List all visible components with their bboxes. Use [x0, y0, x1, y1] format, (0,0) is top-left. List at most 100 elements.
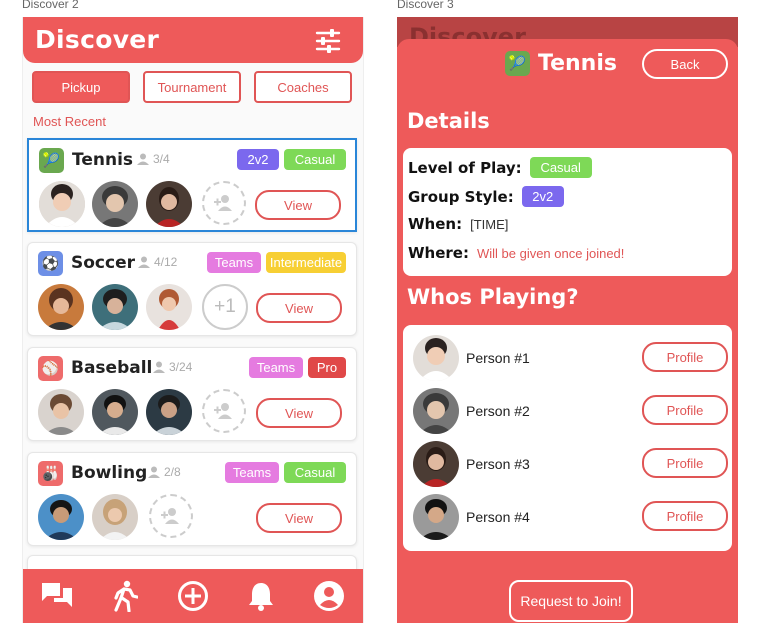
bowling-icon: 🎳	[38, 461, 63, 486]
count-text: 3/4	[153, 152, 170, 166]
avatar[interactable]	[38, 284, 84, 330]
avatar[interactable]	[146, 389, 192, 435]
view-button[interactable]: View	[255, 190, 341, 220]
player-row: Person #1 Profile	[413, 335, 728, 383]
discover-screen: Discover Pickup Tournament Coaches Most …	[22, 17, 364, 623]
when-value: [TIME]	[470, 216, 509, 232]
tab-coaches[interactable]: Coaches	[254, 71, 352, 103]
player-count: 2/8	[148, 465, 181, 479]
count-text: 4/12	[154, 255, 178, 269]
person-add-icon	[214, 195, 232, 211]
badge-level: Casual	[284, 149, 346, 170]
avatar[interactable]	[413, 388, 459, 434]
tune-icon[interactable]	[315, 29, 341, 53]
card-soccer[interactable]: ⚽ Soccer 4/12 Teams Intermediate +1 View	[27, 242, 357, 336]
detail-screen: Discover 🎾 Tennis Back Details Level of …	[397, 17, 738, 623]
bottom-nav	[23, 569, 363, 623]
detail-sheet: 🎾 Tennis Back Details Level of Play: Cas…	[397, 39, 738, 623]
badge-level: Casual	[284, 462, 346, 483]
avatar[interactable]	[39, 181, 85, 227]
badge-format: 2v2	[237, 149, 279, 170]
bell-icon[interactable]	[244, 579, 278, 613]
back-button[interactable]: Back	[642, 49, 728, 79]
avatar[interactable]	[146, 181, 192, 227]
details-card: Level of Play: Casual Group Style: 2v2 W…	[403, 148, 732, 276]
count-text: 2/8	[164, 465, 181, 479]
avatar[interactable]	[146, 284, 192, 330]
avatar[interactable]	[38, 494, 84, 540]
card-bowling[interactable]: 🎳 Bowling 2/8 Teams Casual View	[27, 452, 357, 546]
players-card: Person #1 Profile Person #2 Profile Pers…	[403, 325, 732, 551]
view-button[interactable]: View	[256, 398, 342, 428]
badge-level: Pro	[308, 357, 346, 378]
badge-level: Intermediate	[266, 252, 346, 273]
count-text: 3/24	[169, 360, 193, 374]
avatar[interactable]	[38, 389, 84, 435]
view-button[interactable]: View	[256, 293, 342, 323]
detail-title-row: 🎾 Tennis	[505, 51, 617, 76]
account-icon[interactable]	[312, 579, 346, 613]
player-name: Person #3	[466, 456, 530, 472]
avatar[interactable]	[92, 284, 138, 330]
style-row: Group Style: 2v2	[408, 186, 564, 207]
profile-button[interactable]: Profile	[642, 448, 728, 478]
player-name: Person #1	[466, 350, 530, 366]
badge-level: Casual	[529, 157, 592, 178]
add-player-slot[interactable]	[202, 389, 246, 433]
card-baseball[interactable]: ⚾ Baseball 3/24 Teams Pro View	[27, 347, 357, 441]
player-count: 3/4	[137, 152, 170, 166]
profile-button[interactable]: Profile	[642, 501, 728, 531]
avatar[interactable]	[92, 494, 138, 540]
sport-name: Tennis	[72, 150, 134, 170]
badge-format: Teams	[225, 462, 279, 483]
avatar[interactable]	[92, 181, 138, 227]
add-circle-icon[interactable]	[176, 579, 210, 613]
add-player-slot[interactable]	[149, 494, 193, 538]
player-name: Person #4	[466, 509, 530, 525]
player-name: Person #2	[466, 403, 530, 419]
tab-tournament[interactable]: Tournament	[143, 71, 241, 103]
card-tennis[interactable]: 🎾 Tennis 3/4 2v2 Casual View	[27, 138, 357, 232]
request-to-join-button[interactable]: Request to Join!	[509, 580, 633, 622]
when-label: When:	[408, 215, 463, 233]
tennis-icon: 🎾	[505, 51, 530, 76]
player-row: Person #4 Profile	[413, 494, 728, 542]
sport-name: Baseball	[71, 358, 153, 378]
avatar[interactable]	[413, 494, 459, 540]
badge-format: Teams	[207, 252, 261, 273]
person-icon	[137, 153, 149, 165]
player-row: Person #3 Profile	[413, 441, 728, 489]
avatar[interactable]	[413, 441, 459, 487]
page-title: Discover	[35, 25, 160, 54]
level-label: Level of Play:	[408, 158, 522, 177]
player-count: 4/12	[138, 255, 177, 269]
style-label: Group Style:	[408, 187, 514, 206]
tab-pickup[interactable]: Pickup	[32, 71, 130, 103]
person-icon	[153, 361, 165, 373]
detail-title: Tennis	[538, 51, 617, 76]
section-label: Most Recent	[33, 114, 106, 129]
where-row: Where: Will be given once joined!	[408, 244, 624, 262]
walk-icon[interactable]	[108, 579, 142, 613]
person-add-icon	[161, 508, 179, 524]
when-row: When: [TIME]	[408, 215, 508, 233]
view-button[interactable]: View	[256, 503, 342, 533]
avatar[interactable]	[413, 335, 459, 381]
player-row: Person #2 Profile	[413, 388, 728, 436]
profile-button[interactable]: Profile	[642, 342, 728, 372]
add-player-slot[interactable]	[202, 181, 246, 225]
badge-format: 2v2	[521, 186, 564, 207]
badge-format: Teams	[249, 357, 303, 378]
chat-icon[interactable]	[40, 579, 74, 613]
person-icon	[138, 256, 150, 268]
profile-button[interactable]: Profile	[642, 395, 728, 425]
header: Discover	[23, 17, 363, 63]
extra-players-count[interactable]: +1	[202, 284, 248, 330]
details-heading: Details	[407, 109, 490, 133]
player-count: 3/24	[153, 360, 192, 374]
players-heading: Whos Playing?	[407, 285, 579, 309]
where-label: Where:	[408, 244, 469, 262]
level-row: Level of Play: Casual	[408, 157, 592, 178]
sport-name: Bowling	[71, 463, 148, 483]
avatar[interactable]	[92, 389, 138, 435]
